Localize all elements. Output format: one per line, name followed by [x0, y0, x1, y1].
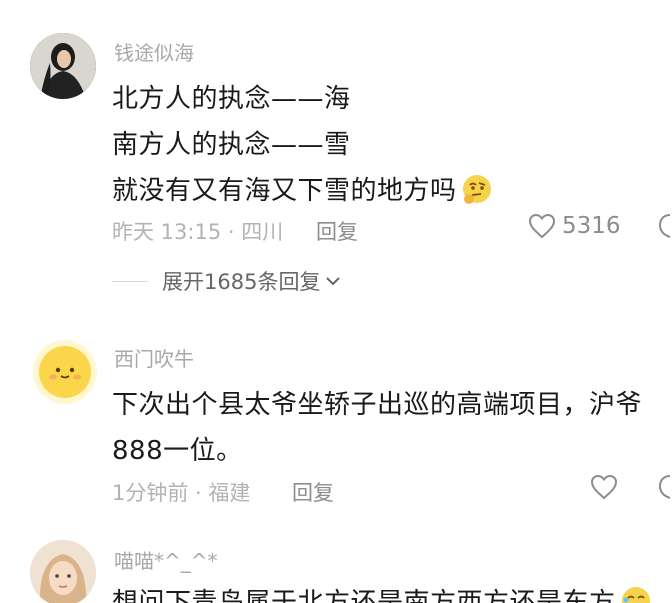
reply-button[interactable]: 回复: [316, 216, 358, 246]
chevron-down-icon: [326, 277, 341, 286]
comment-timestamp-location: 1分钟前 · 福建: [112, 481, 251, 505]
comment-text: 就没有又有海又下雪的地方吗: [112, 176, 457, 206]
comment-text-line: 888一位。: [112, 436, 243, 466]
thinking-emoji-icon: [461, 173, 493, 212]
avatar[interactable]: [30, 33, 96, 99]
comment-text-line: 北方人的执念——海: [112, 84, 351, 114]
comment-text-line: 南方人的执念——雪: [112, 130, 351, 160]
avatar[interactable]: [30, 540, 96, 603]
dislike-icon[interactable]: [656, 474, 672, 504]
comment-text-line: 下次出个县太爷坐轿子出巡的高端项目，沪爷: [112, 390, 643, 420]
username[interactable]: 钱途似海: [114, 37, 194, 66]
heart-icon: [590, 474, 618, 500]
comment-timestamp-location: 昨天 13:15 · 四川: [112, 220, 284, 244]
comment-item: 钱途似海 北方人的执念——海 南方人的执念——雪 就没有又有海又下雪的地方吗 昨…: [0, 0, 672, 300]
comment-text-line: 想问下青岛属于北方还是南方西方还是东方: [112, 582, 652, 603]
avatar[interactable]: [32, 339, 98, 405]
username[interactable]: 喵喵*^_^*: [114, 545, 218, 574]
comment-list: 钱途似海 北方人的执念——海 南方人的执念——雪 就没有又有海又下雪的地方吗 昨…: [0, 0, 672, 603]
like-count: 5316: [562, 213, 621, 239]
dislike-icon[interactable]: [656, 213, 672, 243]
heart-icon: [528, 213, 556, 239]
expand-replies-label: 展开1685条回复: [162, 270, 321, 294]
divider: [112, 280, 148, 282]
laughing-emoji-icon: [620, 585, 652, 603]
username[interactable]: 西门吹牛: [114, 343, 194, 372]
like-button[interactable]: [590, 474, 624, 500]
expand-replies-button[interactable]: 展开1685条回复: [112, 266, 342, 296]
comment-text-line: 就没有又有海又下雪的地方吗: [112, 170, 493, 212]
reply-button[interactable]: 回复: [292, 477, 334, 507]
like-button[interactable]: 5316: [528, 213, 621, 239]
comment-text: 想问下青岛属于北方还是南方西方还是东方: [112, 588, 616, 603]
